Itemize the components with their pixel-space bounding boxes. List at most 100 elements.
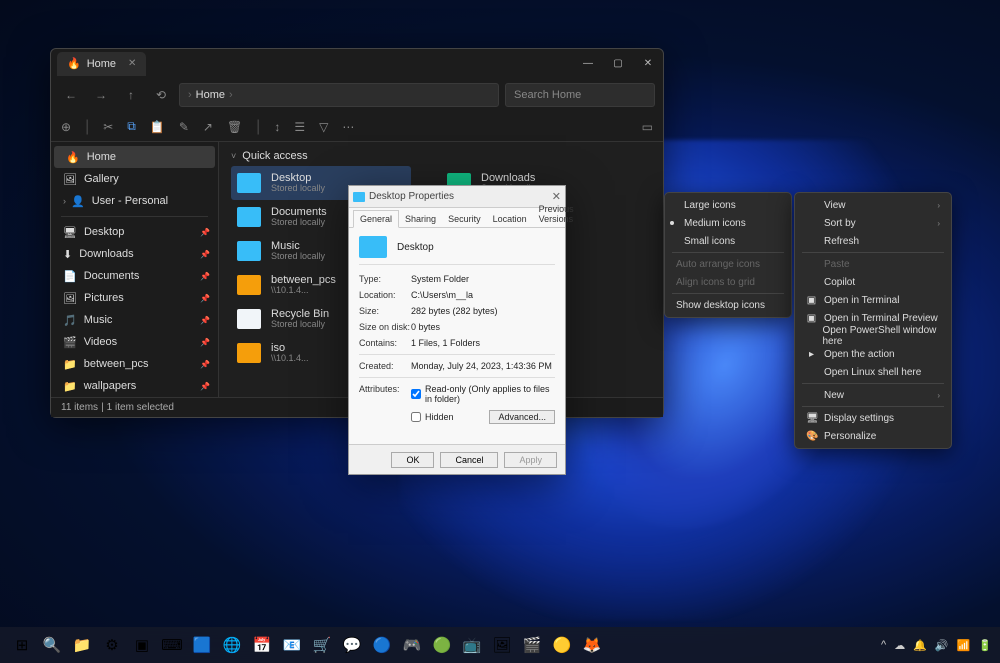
menu-item-open-linux-shell-here[interactable]: Open Linux shell here [798,363,948,381]
sidebar-icon: 🔥 [66,151,80,164]
taskbar-app-10[interactable]: 🛒 [308,631,336,659]
ok-button[interactable]: OK [391,452,434,468]
filter-button[interactable]: ▽ [319,120,328,134]
sidebar-item-downloads[interactable]: ⬇Downloads📌 [51,243,218,265]
up-button[interactable]: ↑ [119,83,143,107]
taskbar-app-17[interactable]: 🎬 [518,631,546,659]
new-button[interactable]: ⊕ [61,120,71,134]
sidebar-item-gallery[interactable]: 🖼Gallery [51,168,218,190]
view-button[interactable]: ☰ [294,120,305,134]
menu-item-small-icons[interactable]: Small icons [668,232,788,250]
sidebar-item-user-personal[interactable]: ›👤User - Personal [51,190,218,212]
taskbar-app-4[interactable]: ▣ [128,631,156,659]
forward-button[interactable]: → [89,83,113,107]
taskbar-app-15[interactable]: 📺 [458,631,486,659]
prop-value: 1 Files, 1 Folders [411,338,555,348]
tray-icon-0[interactable]: ^ [881,639,886,651]
taskbar-app-12[interactable]: 🔵 [368,631,396,659]
cancel-button[interactable]: Cancel [440,452,498,468]
menu-item-sort-by[interactable]: Sort by› [798,214,948,232]
sidebar-item-home[interactable]: 🔥Home [54,146,215,168]
new-item[interactable]: New› [798,386,948,404]
readonly-checkbox[interactable] [411,389,421,399]
taskbar-app-11[interactable]: 💬 [338,631,366,659]
back-button[interactable]: ← [59,83,83,107]
refresh-button[interactable]: ⟲ [149,83,173,107]
share-button[interactable]: ↗ [203,120,213,134]
cut-button[interactable]: ✂ [103,120,113,134]
tab-home[interactable]: 🔥 Home ✕ [57,52,146,76]
advanced-button[interactable]: Advanced... [489,410,555,424]
menu-item-copilot[interactable]: Copilot [798,273,948,291]
sidebar-item-documents[interactable]: 📄Documents📌 [51,265,218,287]
search-placeholder: Search Home [514,89,581,101]
taskbar-app-0[interactable]: ⊞ [8,631,36,659]
auto-arrange-item[interactable]: Auto arrange icons [668,255,788,273]
taskbar-app-6[interactable]: 🟦 [188,631,216,659]
menu-label: Personalize [824,431,876,442]
tab-general[interactable]: General [353,210,399,228]
menu-label: Open in Terminal [824,295,899,306]
rename-button[interactable]: ✎ [179,120,189,134]
menu-item-open-powershell-window-here[interactable]: Open PowerShell window here [798,327,948,345]
menu-item-open-in-terminal[interactable]: ▣Open in Terminal [798,291,948,309]
taskbar-app-9[interactable]: 📧 [278,631,306,659]
taskbar-app-18[interactable]: 🟡 [548,631,576,659]
taskbar-app-14[interactable]: 🟢 [428,631,456,659]
menu-item-personalize[interactable]: 🎨Personalize [798,427,948,445]
sort-button[interactable]: ↕ [274,120,280,134]
taskbar-app-5[interactable]: ⌨ [158,631,186,659]
more-button[interactable]: ⋯ [342,120,354,134]
tray-icon-2[interactable]: 🔔 [913,639,927,652]
tray-icon-1[interactable]: ☁ [894,639,905,652]
paste-button[interactable]: 📋 [150,120,165,134]
show-desktop-icons-item[interactable]: Show desktop icons [668,296,788,314]
taskbar-app-1[interactable]: 🔍 [38,631,66,659]
menu-item-open-the-action[interactable]: ▸Open the action [798,345,948,363]
taskbar-app-16[interactable]: 🖼 [488,631,516,659]
section-header[interactable]: ˅ Quick access [231,150,651,162]
delete-button[interactable]: 🗑 [227,120,242,134]
tab-close-icon[interactable]: ✕ [128,58,136,69]
file-location: Stored locally [271,218,327,228]
menu-item-refresh[interactable]: Refresh [798,232,948,250]
maximize-button[interactable]: ▢ [603,51,633,77]
address-bar[interactable]: › Home › [179,83,499,107]
tab-location[interactable]: Location [487,211,533,227]
taskbar-app-13[interactable]: 🎮 [398,631,426,659]
tab-security[interactable]: Security [442,211,487,227]
apply-button[interactable]: Apply [504,452,557,468]
sidebar-item-wallpapers[interactable]: 📁wallpapers📌 [51,375,218,397]
taskbar-app-8[interactable]: 📅 [248,631,276,659]
tray-icon-5[interactable]: 🔋 [978,639,992,652]
menu-item-view[interactable]: View› [798,196,948,214]
sidebar-icon: ⬇ [63,248,72,261]
tab-previous-versions[interactable]: Previous Versions [533,201,580,227]
taskbar-app-2[interactable]: 📁 [68,631,96,659]
sidebar-item-between_pcs[interactable]: 📁between_pcs📌 [51,353,218,375]
tray-icon-3[interactable]: 🔊 [935,639,949,652]
breadcrumb[interactable]: Home [196,89,225,101]
taskbar-app-7[interactable]: 🌐 [218,631,246,659]
minimize-button[interactable]: — [573,51,603,77]
sidebar-item-music[interactable]: 🎵Music📌 [51,309,218,331]
menu-item-medium-icons[interactable]: Medium icons [668,214,788,232]
folder-icon [237,241,261,261]
sidebar-item-label: Desktop [84,226,124,238]
menu-item-paste[interactable]: Paste [798,255,948,273]
taskbar-app-19[interactable]: 🦊 [578,631,606,659]
search-input[interactable]: Search Home [505,83,655,107]
menu-item-large-icons[interactable]: Large icons [668,196,788,214]
sidebar-item-pictures[interactable]: 🖼Pictures📌 [51,287,218,309]
sidebar-item-videos[interactable]: 🎬Videos📌 [51,331,218,353]
copy-button[interactable]: ⧉ [127,119,136,134]
details-toggle[interactable]: ▭ [642,120,653,134]
tray-icon-4[interactable]: 📶 [957,639,971,652]
close-button[interactable]: ✕ [633,51,663,77]
sidebar-item-desktop[interactable]: 🖥Desktop📌 [51,221,218,243]
taskbar-app-3[interactable]: ⚙ [98,631,126,659]
tab-sharing[interactable]: Sharing [399,211,442,227]
hidden-checkbox[interactable] [411,412,421,422]
align-grid-item[interactable]: Align icons to grid [668,273,788,291]
menu-item-display-settings[interactable]: 🖥Display settings [798,409,948,427]
